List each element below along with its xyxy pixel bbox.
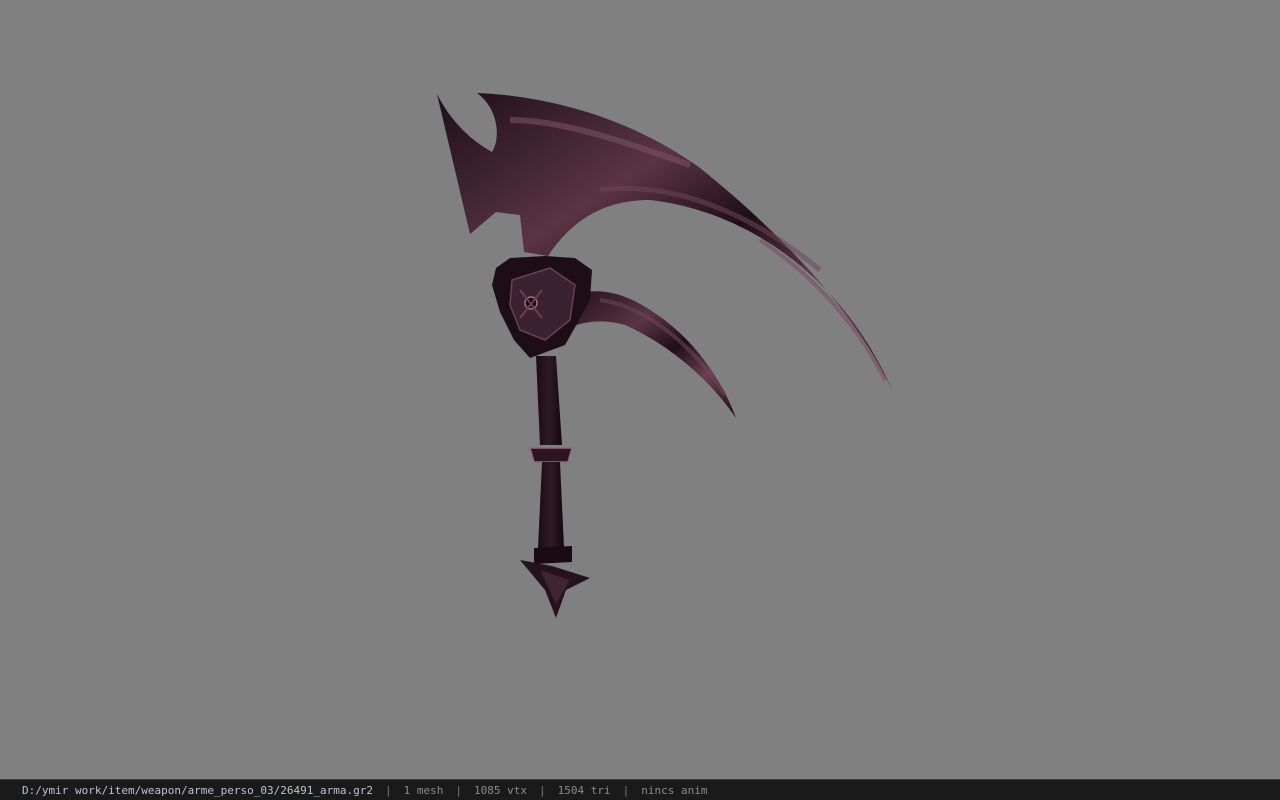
scythe-model-icon — [437, 93, 893, 618]
status-bar: D:/ymir work/item/weapon/arme_perso_03/2… — [0, 779, 1280, 800]
separator: | — [455, 783, 462, 797]
shaft — [536, 356, 562, 445]
3d-viewport[interactable] — [0, 0, 1280, 779]
collar — [529, 447, 573, 463]
file-path: D:/ymir work/item/weapon/arme_perso_03/2… — [22, 783, 373, 797]
secondary-blade — [560, 291, 736, 418]
triangle-count: 1504 tri — [557, 783, 611, 797]
blade-hub — [492, 256, 592, 358]
separator: | — [385, 783, 392, 797]
mesh-count: 1 mesh — [403, 783, 444, 797]
animation-status: nincs anim — [641, 783, 708, 797]
separator: | — [622, 783, 630, 797]
separator: | — [538, 783, 546, 797]
vertex-count: 1085 vtx — [474, 783, 527, 797]
